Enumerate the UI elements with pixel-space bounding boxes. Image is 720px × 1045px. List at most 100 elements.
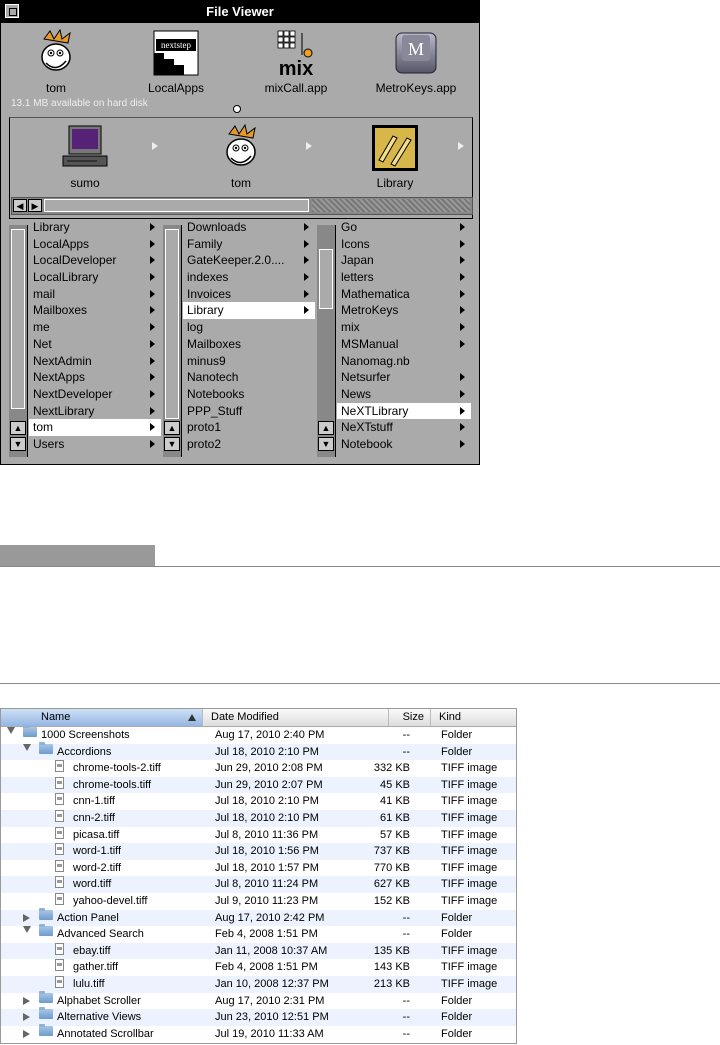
table-row[interactable]: chrome-tools.tiff Jun 29, 2010 2:07 PM 45 … <box>1 776 516 794</box>
scroll-up-button[interactable]: ▲ <box>318 421 334 435</box>
column-scrollbar[interactable]: ▲ ▼ <box>9 225 28 457</box>
browser-item[interactable]: proto2 <box>183 436 315 453</box>
browser-item[interactable]: mix <box>337 319 471 336</box>
table-row[interactable]: Accordions Jul 18, 2010 2:10 PM -- Folder <box>1 741 516 761</box>
disclosure-open-icon[interactable] <box>23 743 31 751</box>
browser-item[interactable]: NextDeveloper <box>29 386 161 403</box>
browser-item[interactable]: Mathematica <box>337 286 471 303</box>
disclosure-open-icon[interactable] <box>7 727 15 734</box>
browser-item[interactable]: LocalDeveloper <box>29 252 161 269</box>
disclosure-closed-icon[interactable] <box>23 1013 30 1022</box>
disclosure-open-icon[interactable] <box>23 926 31 934</box>
table-row[interactable]: yahoo-devel.tiff Jul 9, 2010 11:23 PM 152 … <box>1 892 516 910</box>
shelf-item-localapps[interactable]: nextstep LocalApps <box>121 29 231 95</box>
table-row[interactable]: Action Panel Aug 17, 2010 2:42 PM -- Folder <box>1 907 516 927</box>
browser-item[interactable]: letters <box>337 269 471 286</box>
table-row[interactable]: 1000 Screenshots Aug 17, 2010 2:40 PM -- Fo… <box>1 725 516 744</box>
browser-item[interactable]: NeXTstuff <box>337 419 471 436</box>
submenu-arrow-icon <box>304 306 309 315</box>
table-row[interactable]: chrome-tools-2.tiff Jun 29, 2010 2:08 PM 3… <box>1 760 516 777</box>
browser-item[interactable]: Net <box>29 336 161 353</box>
browser-item[interactable]: Nanomag.nb <box>337 353 471 370</box>
column-scrollbar[interactable]: ▲ ▼ <box>317 225 336 457</box>
browser-item[interactable]: minus9 <box>183 353 315 370</box>
shelf-resize-handle[interactable] <box>233 105 241 113</box>
table-row[interactable]: Annotated Scrollbar Jul 19, 2010 11:33 AM… <box>1 1023 516 1043</box>
browser-item[interactable]: NextApps <box>29 369 161 386</box>
table-row[interactable]: word-2.tiff Jul 18, 2010 1:57 PM 770 KB TIF… <box>1 859 516 877</box>
browser-item[interactable]: me <box>29 319 161 336</box>
path-item-tom[interactable]: tom <box>176 123 306 190</box>
table-row[interactable]: picasa.tiff Jul 8, 2010 11:36 PM 57 KB TIFF… <box>1 826 516 844</box>
browser-item[interactable]: Users <box>29 436 161 453</box>
browser-item[interactable]: PPP_Stuff <box>183 403 315 420</box>
browser-item[interactable]: Notebook <box>337 436 471 453</box>
scroll-left-button[interactable]: ◀ <box>13 199 27 212</box>
date-column-header[interactable]: Date Modified <box>203 709 389 726</box>
scroll-thumb[interactable] <box>319 249 333 309</box>
browser-item[interactable]: indexes <box>183 269 315 286</box>
path-item-sumo[interactable]: sumo <box>20 124 150 190</box>
shelf-item-mixcall[interactable]: mix mixCall.app <box>241 29 351 95</box>
browser-item[interactable]: Icons <box>337 236 471 253</box>
table-row[interactable]: word.tiff Jul 8, 2010 11:24 PM 627 KB TIFF … <box>1 876 516 893</box>
table-row[interactable]: cnn-1.tiff Jul 18, 2010 2:10 PM 41 KB TIFF … <box>1 793 516 810</box>
browser-item[interactable]: Family <box>183 236 315 253</box>
browser-item[interactable]: LocalLibrary <box>29 269 161 286</box>
name-column-header[interactable]: Name <box>1 709 203 726</box>
table-row[interactable]: Alphabet Scroller Aug 17, 2010 2:31 PM -- F… <box>1 990 516 1010</box>
scroll-thumb[interactable] <box>165 229 179 419</box>
table-row[interactable]: word-1.tiff Jul 18, 2010 1:56 PM 737 KB TIF… <box>1 843 516 860</box>
horizontal-scrollbar[interactable]: ◀ ▶ <box>11 197 473 215</box>
scroll-right-button[interactable]: ▶ <box>28 199 42 212</box>
browser-item[interactable]: Go <box>337 219 471 236</box>
browser-item[interactable]: News <box>337 386 471 403</box>
table-row[interactable]: ebay.tiff Jan 11, 2008 10:37 AM 135 KB TIFF… <box>1 942 516 960</box>
browser-item[interactable]: Library <box>183 302 315 320</box>
browser-item[interactable]: LocalApps <box>29 236 161 253</box>
cell-name: Advanced Search <box>57 928 144 941</box>
browser-item[interactable]: Downloads <box>183 219 315 236</box>
browser-item[interactable]: Notebooks <box>183 386 315 403</box>
browser-item[interactable]: Netsurfer <box>337 369 471 386</box>
browser-item[interactable]: Nanotech <box>183 369 315 386</box>
table-row[interactable]: Alternative Views Jun 23, 2010 12:51 PM --… <box>1 1007 516 1026</box>
browser-item[interactable]: log <box>183 319 315 336</box>
browser-item[interactable]: NextAdmin <box>29 353 161 370</box>
kind-column-header[interactable]: Kind <box>431 709 518 726</box>
browser-item[interactable]: NextLibrary <box>29 403 161 420</box>
scroll-thumb[interactable] <box>11 229 25 409</box>
close-icon[interactable] <box>5 4 19 18</box>
path-item-library[interactable]: Library <box>330 124 460 190</box>
scroll-down-button[interactable]: ▼ <box>318 437 334 451</box>
disclosure-closed-icon[interactable] <box>23 1029 30 1038</box>
browser-item[interactable]: Invoices <box>183 286 315 303</box>
browser-item[interactable]: MSManual <box>337 336 471 353</box>
browser-item[interactable]: Mailboxes <box>29 302 161 319</box>
shelf-item-tom[interactable]: tom <box>1 28 111 95</box>
browser-item[interactable]: Mailboxes <box>183 336 315 353</box>
table-row[interactable]: gather.tiff Feb 4, 2008 1:51 PM 143 KB TIFF… <box>1 959 516 976</box>
browser-item[interactable]: GateKeeper.2.0.... <box>183 252 315 269</box>
shelf-item-metrokeys[interactable]: M MetroKeys.app <box>361 29 471 95</box>
scroll-down-button[interactable]: ▼ <box>164 437 180 451</box>
disclosure-closed-icon[interactable] <box>23 996 30 1005</box>
browser-item[interactable]: MetroKeys <box>337 302 471 319</box>
browser-item[interactable]: tom <box>29 419 161 436</box>
table-row[interactable]: Advanced Search Feb 4, 2008 1:51 PM -- Fold… <box>1 924 516 943</box>
scroll-up-button[interactable]: ▲ <box>10 421 26 435</box>
scroll-down-button[interactable]: ▼ <box>10 437 26 451</box>
disclosure-closed-icon[interactable] <box>23 913 30 922</box>
browser-item[interactable]: proto1 <box>183 419 315 436</box>
table-row[interactable]: lulu.tiff Jan 10, 2008 12:37 PM 213 KB TIFF… <box>1 975 516 993</box>
window-titlebar[interactable]: File Viewer <box>1 1 479 23</box>
table-row[interactable]: cnn-2.tiff Jul 18, 2010 2:10 PM 61 KB TIFF … <box>1 809 516 827</box>
browser-item[interactable]: NeXTLibrary <box>337 402 471 420</box>
size-column-header[interactable]: Size <box>389 709 431 726</box>
browser-item[interactable]: Library <box>29 219 161 236</box>
scroll-thumb[interactable] <box>44 199 309 212</box>
browser-item[interactable]: Japan <box>337 252 471 269</box>
scroll-up-button[interactable]: ▲ <box>164 421 180 435</box>
browser-item[interactable]: mail <box>29 286 161 303</box>
column-scrollbar[interactable]: ▲ ▼ <box>163 225 182 457</box>
